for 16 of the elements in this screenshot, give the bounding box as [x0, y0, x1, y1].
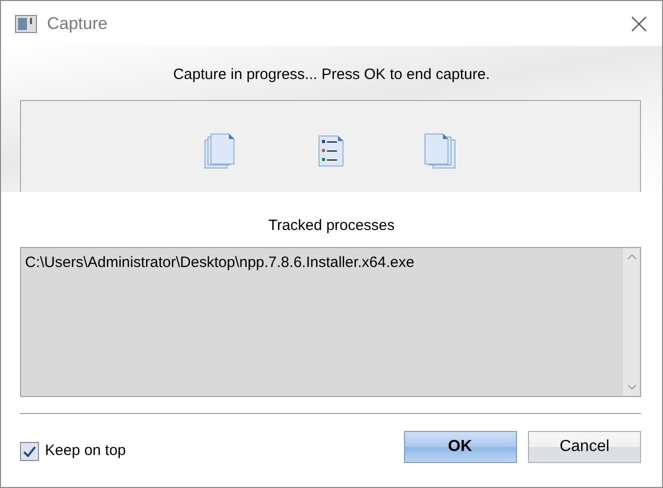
ok-button[interactable]: OK	[404, 431, 516, 463]
checkbox-label: Keep on top	[45, 440, 126, 461]
list-document-icon	[318, 135, 344, 167]
cancel-button[interactable]: Cancel	[528, 431, 641, 463]
documents-icon	[204, 133, 238, 169]
section-label: Tracked processes	[267, 216, 396, 236]
app-icon	[15, 14, 37, 32]
scroll-up-icon[interactable]	[626, 254, 636, 260]
scroll-down-icon[interactable]	[626, 384, 636, 390]
close-icon[interactable]	[631, 16, 647, 32]
documents-icon	[424, 133, 458, 169]
window-title: Capture	[47, 12, 108, 35]
status-message: Capture in progress... Press OK to end capture.	[172, 65, 491, 85]
checkbox[interactable]	[20, 442, 39, 460]
scrollbar[interactable]	[623, 248, 640, 396]
process-path[interactable]: C:\Users\Administrator\Desktop\npp.7.8.6.Installer.x64.exe	[25, 252, 414, 274]
